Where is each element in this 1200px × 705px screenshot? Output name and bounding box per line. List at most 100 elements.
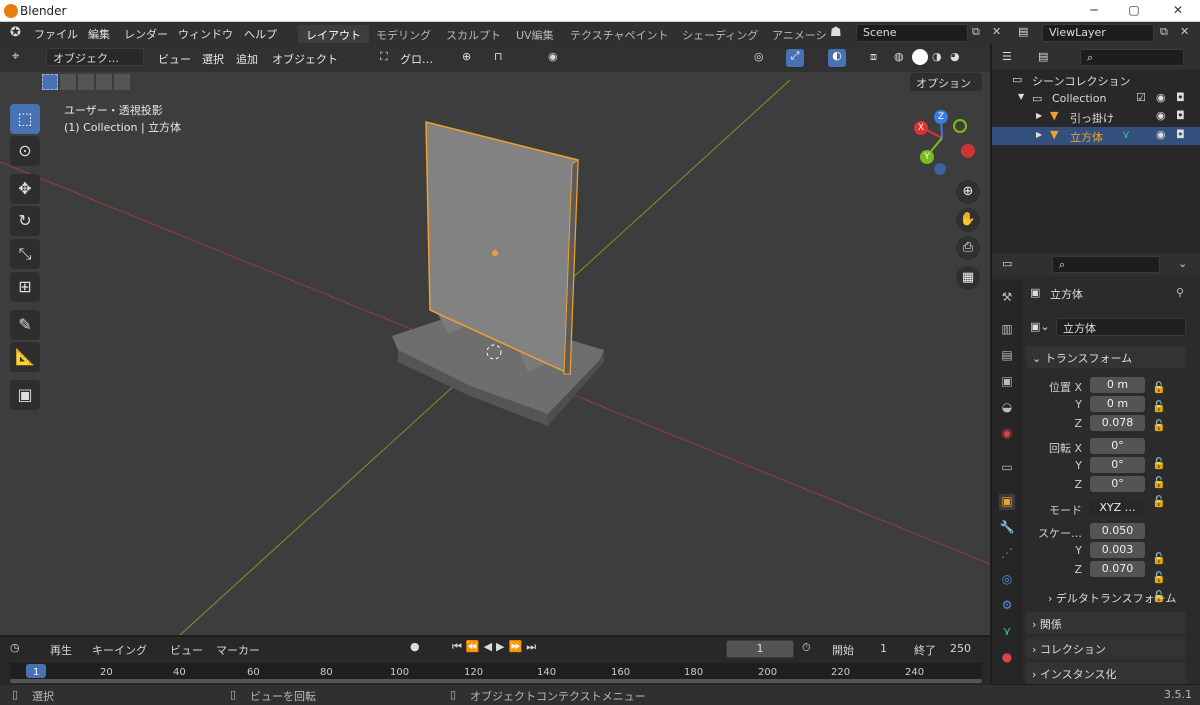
start-frame-field[interactable]: 1 — [880, 642, 887, 655]
object-name-field[interactable]: 立方体 — [1056, 318, 1186, 336]
tab-shading[interactable]: シェーディング — [674, 25, 766, 43]
keying-menu[interactable]: キーイング — [92, 642, 147, 658]
material-shading-icon[interactable]: ◑ — [932, 50, 942, 63]
tool-tab-icon[interactable]: ⚒ — [999, 290, 1015, 306]
select-extend-icon[interactable] — [60, 74, 76, 90]
xray-icon[interactable]: ⧈ — [870, 50, 877, 64]
delta-transform-panel[interactable]: › デルタトランスフォーム — [1048, 590, 1176, 606]
constraints-tab-icon[interactable]: ⚙ — [999, 598, 1015, 614]
collection-row[interactable]: ▼ ▭ Collection ☑ ◉ ◘ — [992, 90, 1200, 108]
pin-icon[interactable]: ⚲ — [1176, 286, 1184, 299]
select-intersect-icon[interactable] — [114, 74, 130, 90]
viewlayer-icon[interactable]: ▤ — [1018, 25, 1028, 38]
measure-tool-icon[interactable]: 📐 — [10, 342, 40, 372]
viewlayer-field[interactable]: ViewLayer — [1042, 24, 1154, 42]
checkbox-icon[interactable]: ☑ — [1136, 91, 1146, 104]
overlay-toggle-icon[interactable]: ◐ — [828, 49, 846, 67]
marker-menu[interactable]: マーカー — [216, 642, 260, 658]
collection-tab-icon[interactable]: ▭ — [999, 460, 1015, 476]
transform-orientation-icon[interactable]: ⛶ — [380, 50, 388, 64]
rotation-x-field[interactable]: 0° — [1090, 438, 1145, 454]
timeline-editor-icon[interactable]: ◷ — [10, 641, 20, 654]
rotate-tool-icon[interactable]: ↻ — [10, 206, 40, 236]
rotation-mode-select[interactable]: XYZ … — [1090, 500, 1145, 516]
expand-arrow-icon[interactable]: ▼ — [1018, 92, 1024, 101]
perspective-grid-icon[interactable]: ▦ — [956, 266, 980, 290]
menu-window[interactable]: ウィンドウ — [178, 26, 233, 42]
collections-panel[interactable]: › コレクション — [1026, 637, 1186, 659]
vp-menu-add[interactable]: 追加 — [236, 51, 258, 67]
maximize-button[interactable]: ▢ — [1126, 3, 1142, 19]
new-scene-icon[interactable]: ⧉ — [972, 25, 980, 39]
snap-icon[interactable]: ⊓ — [494, 50, 503, 63]
properties-editor-icon[interactable]: ▭ — [1002, 257, 1012, 270]
wireframe-shading-icon[interactable]: ◍ — [894, 50, 904, 63]
vp-menu-object[interactable]: オブジェクト — [272, 51, 338, 67]
outliner-item-hook[interactable]: ▶ ▼ 引っ掛け ◉ ◘ — [992, 108, 1200, 126]
render-tab-icon[interactable]: ▥ — [999, 322, 1015, 338]
options-button[interactable]: オプション — [910, 73, 982, 91]
modifier-tab-icon[interactable]: 🔧 — [999, 520, 1015, 536]
timeline-scrollbar[interactable] — [10, 679, 982, 683]
menu-edit[interactable]: 編集 — [88, 26, 110, 42]
vp-menu-view[interactable]: ビュー — [158, 51, 191, 67]
menu-render[interactable]: レンダー — [124, 26, 168, 42]
zoom-icon[interactable]: ⊕ — [956, 180, 980, 204]
visibility-icon[interactable]: ◎ — [754, 50, 764, 63]
move-tool-icon[interactable]: ✥ — [10, 174, 40, 204]
render-camera-icon[interactable]: ◘ — [1176, 91, 1185, 104]
tab-sculpt[interactable]: スカルプト — [438, 25, 509, 43]
gizmo-toggle-icon[interactable]: ⤢ — [786, 49, 804, 67]
expand-arrow-icon[interactable]: ▶ — [1036, 130, 1042, 139]
outliner-item-cube[interactable]: ▶ ▼ 立方体 ⋎ ◉ ◘ — [992, 127, 1200, 145]
display-mode-icon[interactable]: ▤ — [1038, 50, 1048, 63]
close-button[interactable]: ✕ — [1170, 3, 1186, 19]
object-tab-icon[interactable]: ▣ — [999, 494, 1015, 510]
record-icon[interactable]: ● — [410, 640, 420, 653]
physics-tab-icon[interactable]: ◎ — [999, 572, 1015, 588]
scene-tab-icon[interactable]: ◒ — [999, 400, 1015, 416]
particles-tab-icon[interactable]: ⋰ — [999, 546, 1015, 562]
world-tab-icon[interactable]: ◉ — [999, 426, 1015, 442]
playback-menu[interactable]: 再生 — [50, 642, 72, 658]
transform-tool-icon[interactable]: ⊞ — [10, 272, 40, 302]
eye-icon[interactable]: ◉ — [1156, 109, 1166, 122]
data-tab-icon[interactable]: ⋎ — [999, 624, 1015, 640]
gizmo-y[interactable]: Y — [920, 150, 934, 164]
playback-controls[interactable]: ⏮⏪◀▶⏩⏭ — [452, 640, 540, 654]
menu-file[interactable]: ファイル — [34, 26, 78, 42]
scene-icon[interactable]: ☗ — [830, 25, 842, 40]
scale-z-field[interactable]: 0.070 — [1090, 561, 1145, 577]
navigation-gizmo[interactable]: X Z Y — [910, 108, 980, 178]
gizmo-z[interactable]: Z — [934, 110, 948, 124]
stopwatch-icon[interactable]: ⏱ — [802, 641, 811, 655]
tab-modeling[interactable]: モデリング — [368, 25, 439, 43]
view-layer-tab-icon[interactable]: ▣ — [999, 374, 1015, 390]
select-invert-icon[interactable] — [96, 74, 112, 90]
annotate-tool-icon[interactable]: ✎ — [10, 310, 40, 340]
camera-icon[interactable]: ⎙ — [956, 236, 980, 260]
material-tab-icon[interactable]: ● — [999, 650, 1015, 666]
rotation-z-field[interactable]: 0° — [1090, 476, 1145, 492]
editor-type-icon[interactable]: ⌖ — [12, 49, 19, 64]
scale-y-field[interactable]: 0.003 — [1090, 542, 1145, 558]
render-camera-icon[interactable]: ◘ — [1176, 109, 1185, 122]
tab-texture-paint[interactable]: テクスチャペイント — [562, 25, 677, 43]
new-viewlayer-icon[interactable]: ⧉ — [1160, 25, 1168, 39]
tab-animation[interactable]: アニメーシ — [764, 25, 835, 43]
timeline-view-menu[interactable]: ビュー — [170, 642, 203, 658]
select-new-icon[interactable] — [42, 74, 58, 90]
mode-selector[interactable]: オブジェク… — [46, 48, 144, 66]
current-frame-field[interactable]: 1 — [726, 640, 794, 658]
location-y-field[interactable]: 0 m — [1090, 396, 1145, 412]
delete-viewlayer-icon[interactable]: ✕ — [1180, 25, 1189, 38]
output-tab-icon[interactable]: ▤ — [999, 348, 1015, 364]
outliner-search-input[interactable]: ⌕ — [1080, 49, 1184, 66]
scene-collection-row[interactable]: ▭ シーンコレクション — [992, 71, 1200, 89]
scale-tool-icon[interactable]: ⤡ — [10, 239, 40, 269]
select-subtract-icon[interactable] — [78, 74, 94, 90]
delete-scene-icon[interactable]: ✕ — [992, 25, 1001, 38]
eye-icon[interactable]: ◉ — [1156, 91, 1166, 104]
vp-menu-select[interactable]: 選択 — [202, 51, 224, 67]
eye-icon[interactable]: ◉ — [1156, 128, 1166, 141]
